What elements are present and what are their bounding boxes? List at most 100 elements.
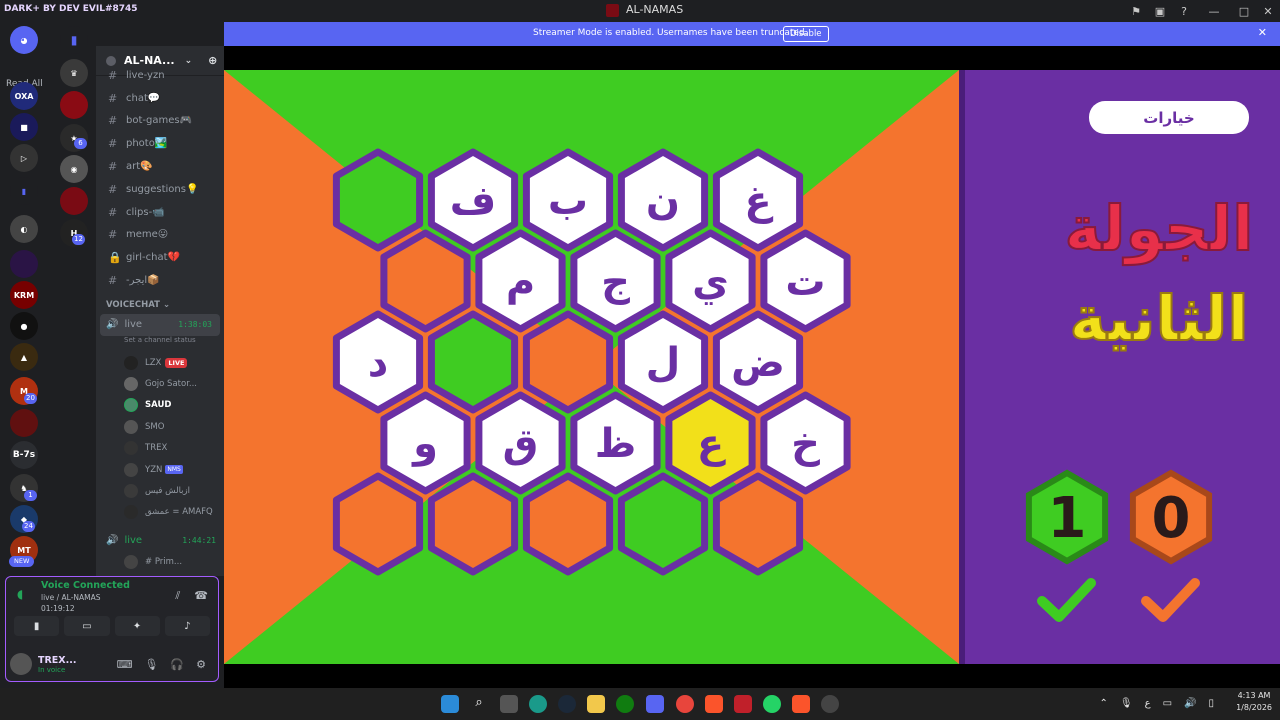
hex-cell[interactable] bbox=[332, 472, 424, 576]
hex-letter: د bbox=[368, 340, 389, 386]
hex-cell[interactable] bbox=[427, 310, 519, 414]
hex-cell[interactable] bbox=[712, 472, 804, 576]
avatar[interactable] bbox=[10, 653, 32, 675]
server-al-namas[interactable] bbox=[60, 91, 88, 119]
invite-people-icon[interactable]: ⊕ bbox=[208, 54, 217, 67]
brave-icon[interactable] bbox=[792, 695, 810, 713]
channel-item[interactable]: # clips-📹 bbox=[96, 201, 224, 224]
obs-icon[interactable] bbox=[821, 695, 839, 713]
channel-item[interactable]: # bot-games🎮 bbox=[96, 110, 224, 133]
soundboard-button[interactable]: ♪ bbox=[164, 616, 210, 636]
voice-user[interactable]: LZX LIVE bbox=[96, 352, 224, 373]
discord-home-icon[interactable]: ◕ bbox=[10, 26, 38, 54]
help-icon[interactable]: ? bbox=[1172, 0, 1196, 22]
microphone-icon[interactable]: 🎙 bbox=[1120, 698, 1133, 709]
stream-view[interactable]: ف ب ن غ م ج ي ت د ل ض و ق ظ ع خ خيارات الجولة الثانية 1… bbox=[224, 46, 1280, 688]
voice-app-icon[interactable] bbox=[734, 695, 752, 713]
start-icon[interactable] bbox=[441, 695, 459, 713]
inbox-icon[interactable]: ▣ bbox=[1148, 0, 1172, 22]
task-view-icon[interactable] bbox=[500, 695, 518, 713]
chrome-icon[interactable] bbox=[676, 695, 694, 713]
voice-user[interactable]: ازبالش فيس bbox=[96, 480, 224, 501]
channel-item[interactable]: # photo🏞️ bbox=[96, 132, 224, 155]
server-icon[interactable]: ♛ bbox=[60, 59, 88, 87]
voice-connected-label[interactable]: Voice Connected bbox=[41, 580, 130, 591]
server-icon[interactable]: OXA bbox=[10, 82, 38, 110]
speaker-icon: 🔊 bbox=[106, 534, 119, 546]
flag-icon[interactable]: ⚑ bbox=[1124, 0, 1148, 22]
discord-icon[interactable] bbox=[646, 695, 664, 713]
channel-item[interactable]: # suggestions💡 bbox=[96, 178, 224, 201]
voice-user[interactable]: YZN NMS bbox=[96, 459, 224, 480]
whatsapp-icon[interactable] bbox=[763, 695, 781, 713]
channel-item[interactable]: # live-yzn bbox=[96, 64, 224, 87]
voice-channel-live[interactable]: 🔊 live 1:38:03 bbox=[100, 313, 220, 336]
network-icon[interactable]: ▭ bbox=[1163, 698, 1172, 709]
server-icon[interactable] bbox=[10, 250, 38, 278]
screen-share-button[interactable]: ▭ bbox=[64, 616, 110, 636]
channel-item[interactable]: # art🎨 bbox=[96, 155, 224, 178]
voice-category[interactable]: VOICECHAT ⌄ bbox=[96, 296, 224, 314]
channel-item[interactable]: # chat💬 bbox=[96, 87, 224, 110]
disconnect-icon[interactable]: ☎ bbox=[194, 589, 208, 603]
file-explorer-icon[interactable] bbox=[587, 695, 605, 713]
edge-icon[interactable] bbox=[529, 695, 547, 713]
maximize-button[interactable]: □ bbox=[1232, 0, 1256, 22]
channel-item[interactable]: # -ايجر📦 bbox=[96, 269, 224, 292]
voice-channel-live-2[interactable]: 🔊 live 1:44:21 bbox=[96, 529, 224, 551]
server-icon[interactable]: ▲ bbox=[10, 343, 38, 371]
channel-item[interactable]: # meme😛 bbox=[96, 224, 224, 247]
close-icon[interactable]: ✕ bbox=[1258, 26, 1267, 39]
hex-letter: م bbox=[506, 259, 535, 305]
server-icon[interactable] bbox=[10, 409, 38, 437]
voice-channel-label[interactable]: live / AL-NAMAS bbox=[41, 593, 101, 602]
hex-cell[interactable] bbox=[522, 472, 614, 576]
headphones-icon[interactable]: 🎧 bbox=[170, 658, 184, 671]
voice-user[interactable]: # Prim... bbox=[96, 551, 224, 572]
voice-user[interactable]: SAUD bbox=[96, 395, 224, 416]
guild-boost-icon bbox=[106, 55, 116, 66]
chevron-up-icon[interactable]: ⌃ bbox=[1100, 698, 1108, 709]
server-icon[interactable]: ▷ bbox=[10, 144, 38, 172]
channel-item[interactable]: 🔒 girl-chat💔 bbox=[96, 246, 224, 269]
brave-icon[interactable] bbox=[705, 695, 723, 713]
server-icon[interactable]: ◐ bbox=[10, 215, 38, 243]
server-icon[interactable]: ■ bbox=[10, 113, 38, 141]
hex-cell[interactable] bbox=[427, 472, 519, 576]
volume-icon[interactable]: 🔊 bbox=[1184, 698, 1196, 709]
server-icon[interactable]: KRM bbox=[10, 281, 38, 309]
voice-user[interactable]: عمشق = AMAFQ bbox=[96, 502, 224, 523]
server-icon[interactable] bbox=[60, 187, 88, 215]
username[interactable]: TREX... bbox=[38, 655, 76, 666]
voice-user[interactable]: TREX bbox=[96, 438, 224, 459]
folder-icon[interactable]: ▮ bbox=[10, 177, 38, 205]
hex-cell[interactable] bbox=[380, 229, 471, 333]
search-icon[interactable]: ⌕ bbox=[470, 695, 488, 713]
camera-button[interactable]: ▮ bbox=[14, 616, 60, 636]
close-window-button[interactable]: ✕ bbox=[1256, 0, 1280, 22]
language-indicator[interactable]: ع bbox=[1145, 698, 1151, 709]
folder-icon[interactable]: ▮ bbox=[60, 26, 88, 54]
gamepad-icon[interactable]: ⌨ bbox=[117, 658, 133, 671]
clock[interactable]: 4:13 AM 1/8/2026 bbox=[1236, 690, 1272, 714]
settings-icon[interactable]: ⚙ bbox=[196, 658, 206, 671]
noise-suppression-icon[interactable]: ⫽ bbox=[175, 589, 180, 603]
hex-cell[interactable] bbox=[332, 148, 424, 252]
activities-button[interactable]: ✦ bbox=[114, 616, 160, 636]
voice-user[interactable]: SMO bbox=[96, 416, 224, 437]
xbox-icon[interactable] bbox=[616, 695, 634, 713]
hex-cell[interactable] bbox=[617, 472, 709, 576]
server-icon[interactable]: ◉ bbox=[60, 155, 88, 183]
minimize-button[interactable]: — bbox=[1196, 0, 1232, 22]
disable-button[interactable]: Disable bbox=[783, 26, 829, 42]
battery-icon[interactable]: ▯ bbox=[1208, 698, 1214, 709]
user-panel: TREX... In voice ⌨ 🎙 🎧 ⚙ bbox=[10, 649, 214, 679]
steam-icon[interactable] bbox=[558, 695, 576, 713]
hash-icon: # bbox=[108, 68, 118, 82]
hex-cell[interactable] bbox=[522, 310, 614, 414]
voice-user[interactable]: Gojo Sator... bbox=[96, 373, 224, 394]
microphone-icon[interactable]: 🎙 bbox=[144, 658, 158, 671]
server-b7s[interactable]: B-7s bbox=[10, 441, 38, 469]
server-icon[interactable]: ● bbox=[10, 312, 38, 340]
channel-status-hint[interactable]: Set a channel status bbox=[96, 336, 224, 348]
